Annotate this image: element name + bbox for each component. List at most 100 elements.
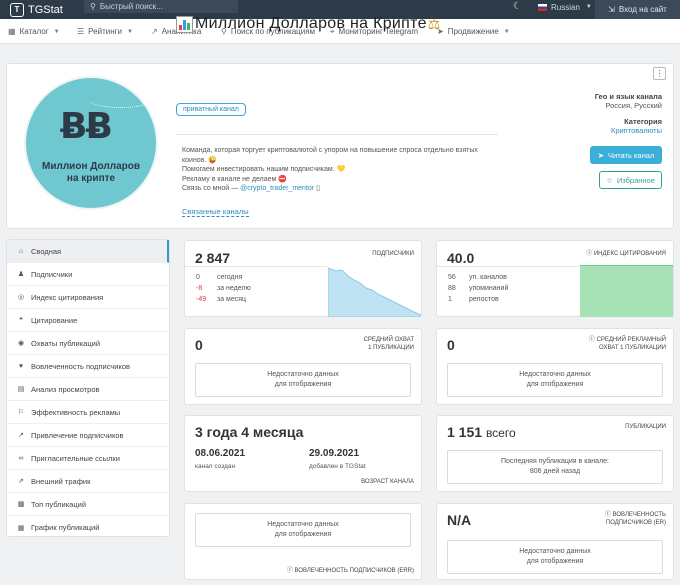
external-icon: ⇗ bbox=[18, 478, 24, 485]
no-data-box: Недостаточно данных для отображения bbox=[447, 540, 663, 574]
avg-reach-value: 0 bbox=[195, 337, 203, 353]
subscribers-label: ПОДПИСЧИКИ bbox=[372, 251, 414, 257]
login-icon: ⇲ bbox=[608, 5, 615, 14]
login-button[interactable]: ⇲ Вход на сайт bbox=[595, 0, 680, 19]
search-input[interactable]: ⚲ Быстрый поиск... bbox=[84, 0, 238, 13]
today-value: 0 bbox=[196, 274, 200, 281]
reach-icon: ◉ bbox=[17, 340, 25, 347]
theme-toggle-icon[interactable]: ☾ bbox=[513, 1, 522, 12]
sidebar-item-label: Эффективность рекламы bbox=[31, 407, 121, 417]
month-value: -49 bbox=[196, 296, 207, 303]
description-line: Помогаем инвестировать нашим подписчикам… bbox=[182, 166, 346, 174]
favorite-button[interactable]: ☆ Избранное bbox=[599, 171, 662, 189]
home-icon: ⌂ bbox=[18, 247, 24, 255]
divider bbox=[437, 266, 579, 267]
channels-value: 56 bbox=[448, 274, 456, 281]
avatar-caption-line2: на крипте bbox=[66, 173, 116, 184]
sidebar-item-engagement[interactable]: ♥ Вовлеченность подписчиков bbox=[7, 355, 169, 378]
sidebar-item-label: Индекс цитирования bbox=[31, 292, 104, 302]
sidebar-item-label: Внешний трафик bbox=[31, 476, 91, 486]
citation-trend-chart bbox=[580, 265, 673, 317]
channel-title: Миллион Долларов на Крипте bbox=[195, 15, 427, 32]
views-icon: ▤ bbox=[17, 386, 25, 393]
chevron-down-icon: ▼ bbox=[503, 28, 510, 35]
category-link[interactable]: Криптовалюты bbox=[611, 126, 662, 135]
sidebar-item-top[interactable]: ▩ Топ публикаций bbox=[7, 493, 169, 516]
channels-label: уп. каналов bbox=[469, 274, 507, 281]
label-line: СРЕДНИЙ РЕКЛАМНЫЙ bbox=[596, 337, 666, 343]
sidebar-item-views[interactable]: ▤ Анализ просмотров bbox=[7, 378, 169, 401]
avatar-caption-line1: Миллион Долларов bbox=[42, 161, 140, 172]
nav-label: Каталог bbox=[19, 27, 49, 36]
no-data-box: Недостаточно данных для отображения bbox=[447, 363, 663, 397]
logo-text: TGStat bbox=[28, 3, 63, 16]
label-line: ПОДПИСЧИКОВ (ER) bbox=[605, 520, 666, 526]
favorite-label: Избранное bbox=[616, 175, 655, 185]
chevron-down-icon: ▼ bbox=[585, 4, 592, 10]
citation-label-text: ИНДЕКС ЦИТИРОВАНИЯ bbox=[593, 251, 666, 257]
er-value: N/A bbox=[447, 512, 472, 528]
divider bbox=[185, 266, 327, 267]
subscribers-week: -8 за неделю bbox=[196, 285, 251, 292]
ratings-icon: ☰ bbox=[77, 27, 85, 36]
avatar-lights-decoration bbox=[86, 88, 156, 108]
logo[interactable]: T TGStat bbox=[0, 2, 84, 17]
top-icon: ▩ bbox=[17, 501, 25, 508]
read-channel-button[interactable]: ➤ Читать канал bbox=[590, 146, 662, 164]
sidebar-item-external[interactable]: ⇗ Внешний трафик bbox=[7, 470, 169, 493]
no-data-line: для отображения bbox=[274, 531, 332, 538]
more-options-icon[interactable]: ⋮ bbox=[653, 67, 666, 80]
avg-reach-card: 0 СРЕДНИЙ ОХВАТ 1 ПУБЛИКАЦИИ Недостаточно… bbox=[184, 328, 422, 405]
sidebar-item-calendar[interactable]: ▦ График публикаций bbox=[7, 516, 169, 539]
nav-promotion[interactable]: ➤ Продвижение ▼ bbox=[437, 19, 510, 44]
publications-card: 1 151 всего ПУБЛИКАЦИИ Последняя публика… bbox=[436, 415, 674, 492]
reposts-label: репостов bbox=[469, 296, 499, 303]
avg-reach-label: СРЕДНИЙ ОХВАТ 1 ПУБЛИКАЦИИ bbox=[364, 336, 414, 352]
read-channel-label: Читать канал bbox=[608, 150, 655, 160]
sidebar-item-reach[interactable]: ◉ Охваты публикаций bbox=[7, 332, 169, 355]
sidebar-item-growth[interactable]: ↗ Привлечение подписчиков bbox=[7, 424, 169, 447]
citation-channels: 56 уп. каналов bbox=[448, 274, 507, 281]
login-label: Вход на сайт bbox=[618, 5, 667, 14]
sidebar-item-label: График публикаций bbox=[31, 523, 100, 532]
mentions-value: 88 bbox=[448, 285, 456, 292]
reposts-value: 1 bbox=[448, 296, 452, 303]
sidebar-item-label: Охваты публикаций bbox=[31, 338, 101, 348]
ads-icon: ⚐ bbox=[17, 409, 25, 416]
sidebar-item-subscribers[interactable]: ♟ Подписчики bbox=[7, 263, 169, 286]
label-line: ВОВЛЕЧЕННОСТЬ bbox=[612, 512, 666, 518]
stats-sidebar: ⌂ Сводная ♟ Подписчики ◎ Индекс цитирования… bbox=[6, 239, 170, 537]
language-selector[interactable]: Russian ▼ bbox=[538, 0, 592, 14]
sidebar-item-citation[interactable]: ❝ Цитирование bbox=[7, 309, 169, 332]
phone-emoji-icon: ▯ bbox=[316, 185, 320, 193]
language-label: Russian bbox=[551, 2, 580, 12]
logo-icon: T bbox=[10, 2, 24, 17]
nav-ratings[interactable]: ☰ Рейтинги ▼ bbox=[77, 19, 133, 44]
label-line: 1 ПУБЛИКАЦИИ bbox=[368, 345, 414, 351]
subscribers-count: 2 847 bbox=[195, 250, 231, 266]
no-data-box: Недостаточно данных для отображения bbox=[195, 363, 411, 397]
err-label: ⓘ ВОВЛЕЧЕННОСТЬ ПОДПИСЧИКОВ (ERR) bbox=[287, 567, 414, 575]
subscribers-today: 0 сегодня bbox=[196, 274, 242, 281]
sidebar-item-label: Цитирование bbox=[31, 315, 78, 325]
russia-flag-icon bbox=[538, 3, 547, 11]
sidebar-item-ads[interactable]: ⚐ Эффективность рекламы bbox=[7, 401, 169, 424]
info-icon: ⓘ bbox=[286, 568, 295, 574]
citation-mentions: 88 упоминаний bbox=[448, 285, 508, 292]
related-channels-link[interactable]: Связанные каналы bbox=[182, 207, 249, 217]
category-label: Категория bbox=[624, 117, 662, 126]
growth-icon: ↗ bbox=[18, 432, 24, 439]
sidebar-item-summary[interactable]: ⌂ Сводная bbox=[7, 240, 169, 263]
geo-label: Гео и язык канала bbox=[594, 92, 662, 101]
no-data-line: для отображения bbox=[526, 558, 584, 565]
geo-value: Россия, Русский bbox=[605, 101, 662, 110]
contact-link[interactable]: @crypto_trader_mentor bbox=[240, 185, 314, 192]
chevron-down-icon: ▼ bbox=[53, 28, 60, 35]
nav-catalog[interactable]: ▦ Каталог ▼ bbox=[8, 19, 60, 44]
sidebar-item-invite-links[interactable]: ∞ Пригласительные ссылки bbox=[7, 447, 169, 470]
link-icon: ∞ bbox=[18, 454, 24, 462]
sidebar-item-citation-index[interactable]: ◎ Индекс цитирования bbox=[7, 286, 169, 309]
avg-ad-reach-label: ⓘ СРЕДНИЙ РЕКЛАМНЫЙ ОХВАТ 1 ПУБЛИКАЦИИ bbox=[589, 336, 666, 352]
sidebar-item-label: Пригласительные ссылки bbox=[31, 453, 120, 463]
no-data-line: Недостаточно данных bbox=[519, 371, 591, 378]
